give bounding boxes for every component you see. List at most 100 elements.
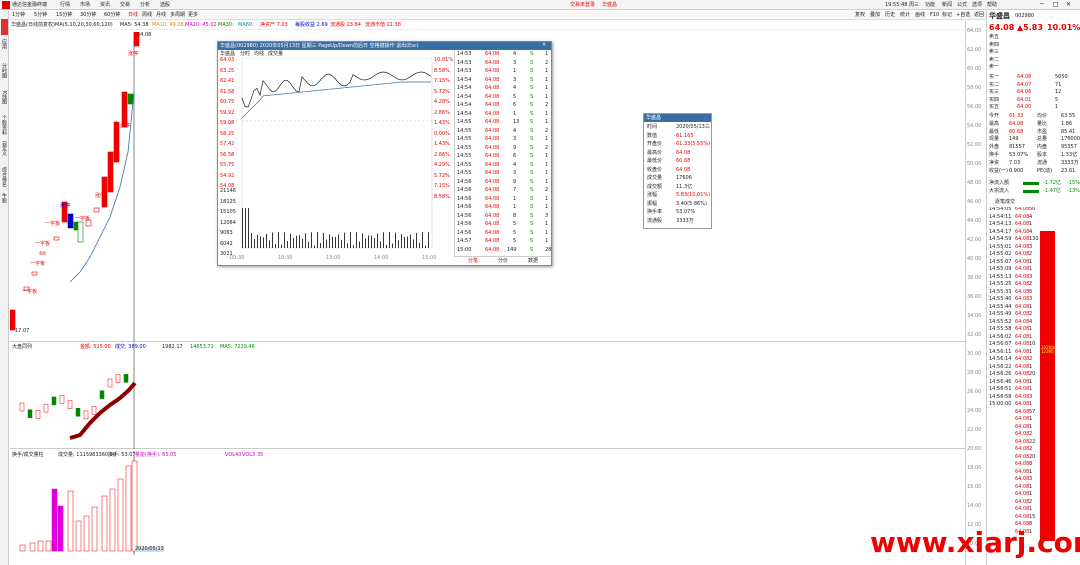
trade-time-22: 14:57 <box>457 238 472 244</box>
popup-close-icon[interactable]: ✕ <box>542 43 546 48</box>
minimize-icon[interactable]: ─ <box>1040 2 1044 8</box>
intraday-vol-7 <box>263 237 264 248</box>
left-nav-item-5[interactable]: 综合排名 <box>1 167 7 187</box>
period-1min[interactable]: 1分钟 <box>12 13 25 18</box>
draw-line-button[interactable]: 画线 <box>915 13 925 18</box>
buy-price-2: 64.06 <box>1017 89 1032 95</box>
f10-button[interactable]: F10 <box>930 13 939 18</box>
mini-key-10: 换手率 <box>647 209 663 215</box>
left-nav-item-1[interactable]: 分时图 <box>1 63 7 78</box>
ticks-title[interactable]: 逐笔成交 <box>995 200 1015 205</box>
trade-count-11: 2 <box>545 144 549 151</box>
menu-quotes[interactable]: 行情 <box>60 3 70 8</box>
tick-price-39: 64.08 <box>1015 498 1030 505</box>
trade-login-status[interactable]: 交易未登录 <box>570 3 595 8</box>
menu-help[interactable]: 帮助 <box>987 3 997 8</box>
tick-price-29: 64.08 <box>1015 423 1030 430</box>
overlay-button[interactable]: 叠加 <box>870 13 880 18</box>
popup-tab-2[interactable]: 均线 <box>254 52 264 57</box>
stat-key-b-5: 股本 <box>1037 152 1048 158</box>
period-5min[interactable]: 5分钟 <box>34 13 47 18</box>
stat-val-a-2: 60.68 <box>1009 128 1024 135</box>
menu-trade[interactable]: 交易 <box>120 3 130 8</box>
intraday-popup[interactable]: 华盛昌(002980) 2020年05月13日 星期三 PageUp/Down前… <box>217 41 552 266</box>
period-multi[interactable]: 多周期 <box>170 13 185 18</box>
intraday-vol-40 <box>362 233 363 248</box>
trade-vol-8: 13 <box>513 119 520 125</box>
menu-stock-picker[interactable]: 选股 <box>160 3 170 8</box>
tick-list[interactable]: 14:54:05 64.08 50 14:54:11 64.08 4 14:54:13 64.… <box>987 207 1080 547</box>
history-button[interactable]: 历史 <box>885 13 895 18</box>
menu-news-right[interactable]: 新闻 <box>942 3 952 8</box>
ma-params[interactable]: MA(5,10,20,30,60,120) <box>55 23 113 28</box>
tick-vol-30: 2 <box>1029 431 1033 437</box>
tick-price-12: 64.08 <box>1015 296 1030 302</box>
period-15min[interactable]: 15分钟 <box>56 13 72 18</box>
axis-label-22: 20.00 <box>967 446 982 452</box>
footer-tab-data[interactable]: 数据 <box>528 259 538 264</box>
mini-key-7: 成交额 <box>647 183 663 190</box>
trades-list[interactable]: 14:53 64.08 4 S 1 14:53 64.08 3 S 2 14:53 64.08 1 S 1 1… <box>454 50 551 256</box>
price-axis: 64.00 62.00 60.00 58.00 56.00 54.00 52.00 50.00… <box>965 21 985 565</box>
period-more[interactable]: 更多 <box>188 13 198 18</box>
popup-tab-3[interactable]: 成交量 <box>268 52 283 57</box>
menu-market[interactable]: 市场 <box>80 3 90 8</box>
menu-formula[interactable]: 公式 <box>957 3 967 8</box>
close-icon[interactable]: ✕ <box>1066 2 1071 8</box>
buy-label-0: 买一 <box>989 74 1000 80</box>
period-30min[interactable]: 30分钟 <box>80 13 96 18</box>
tick-time-21: 14:56:22 <box>989 363 1012 370</box>
tick-vol-17: 1 <box>1029 333 1033 340</box>
left-nav-active[interactable] <box>1 19 8 35</box>
mini-key-5: 收盘价 <box>647 166 663 173</box>
back-button[interactable]: 返回 <box>974 13 984 18</box>
menu-analysis[interactable]: 分析 <box>140 3 150 8</box>
axis-label-19: 26.00 <box>967 389 982 395</box>
mini-key-6: 成交量 <box>647 175 663 181</box>
popup-header[interactable]: 华盛昌(002980) 2020年05月13日 星期三 PageUp/Down前… <box>218 42 551 50</box>
add-watchlist-button[interactable]: +自选 <box>956 13 970 18</box>
volume-panel[interactable]: 换手/成交量柱 成交量: 1115983360.00 换手: 53.07 量能(… <box>10 451 965 555</box>
left-nav-item-2[interactable]: K线图 <box>1 91 7 104</box>
period-daily[interactable]: 日线 <box>128 13 138 18</box>
menu-options[interactable]: 选项 <box>972 3 982 8</box>
market-index-panel[interactable]: 大盘同列 金额: 515.00 成交: 389.00 1982.17 14653… <box>10 343 965 449</box>
mini-val-0: 2020/05/13三 <box>676 124 710 130</box>
left-nav-item-4[interactable]: 自定义 <box>1 141 7 156</box>
period-monthly[interactable]: 月线 <box>156 13 166 18</box>
tick-vol-34: 8 <box>1029 461 1033 467</box>
adjust-button[interactable]: 复权 <box>855 13 865 18</box>
mini-val-5: 64.08 <box>676 166 691 173</box>
stats-button[interactable]: 统计 <box>900 13 910 18</box>
axis-label-2: 60.00 <box>967 66 982 72</box>
intraday-vol-24 <box>314 245 315 248</box>
trade-side-20: S <box>530 221 534 227</box>
volume-bar-1 <box>29 542 36 552</box>
stat-key-a-2: 最低 <box>989 128 1000 135</box>
popup-tab-1[interactable]: 分时 <box>240 52 250 57</box>
stat-key-b-6: 流通 <box>1037 159 1048 166</box>
sell-label-0: 卖五 <box>989 34 1000 40</box>
left-nav-item-3[interactable]: 个股资料 <box>1 115 7 135</box>
popup-vol-5: 6042 <box>220 240 233 247</box>
footer-tab-ticks[interactable]: 分笔 <box>468 259 478 264</box>
axis-label-21: 22.00 <box>967 427 982 433</box>
mark-button[interactable]: 标记 <box>942 13 952 18</box>
label-limit-up-4: 涨停 <box>60 203 71 209</box>
menu-news[interactable]: 资讯 <box>100 3 110 8</box>
footer-tab-price[interactable]: 分价 <box>498 259 508 264</box>
maximize-icon[interactable]: □ <box>1053 2 1059 8</box>
trade-price-1: 64.08 <box>485 59 500 66</box>
chart-title-bar: 华盛昌(日线前复权) MA(5,10,20,30,60,120) MA5: 54… <box>10 21 972 30</box>
left-nav-item-6[interactable]: 牛股 <box>1 193 7 203</box>
left-nav-item-0[interactable]: 应用 <box>1 39 7 49</box>
trade-vol-11: 9 <box>513 144 517 151</box>
period-60min[interactable]: 60分钟 <box>104 13 120 18</box>
menu-functions[interactable]: 功能 <box>925 3 935 8</box>
stat-key-a-0: 今开 <box>989 113 1000 119</box>
trade-price-11: 64.08 <box>485 144 500 151</box>
intraday-vol-12 <box>278 232 279 248</box>
intraday-vol-1 <box>245 208 246 248</box>
intraday-vol-48 <box>386 244 387 248</box>
period-weekly[interactable]: 周线 <box>142 13 152 18</box>
